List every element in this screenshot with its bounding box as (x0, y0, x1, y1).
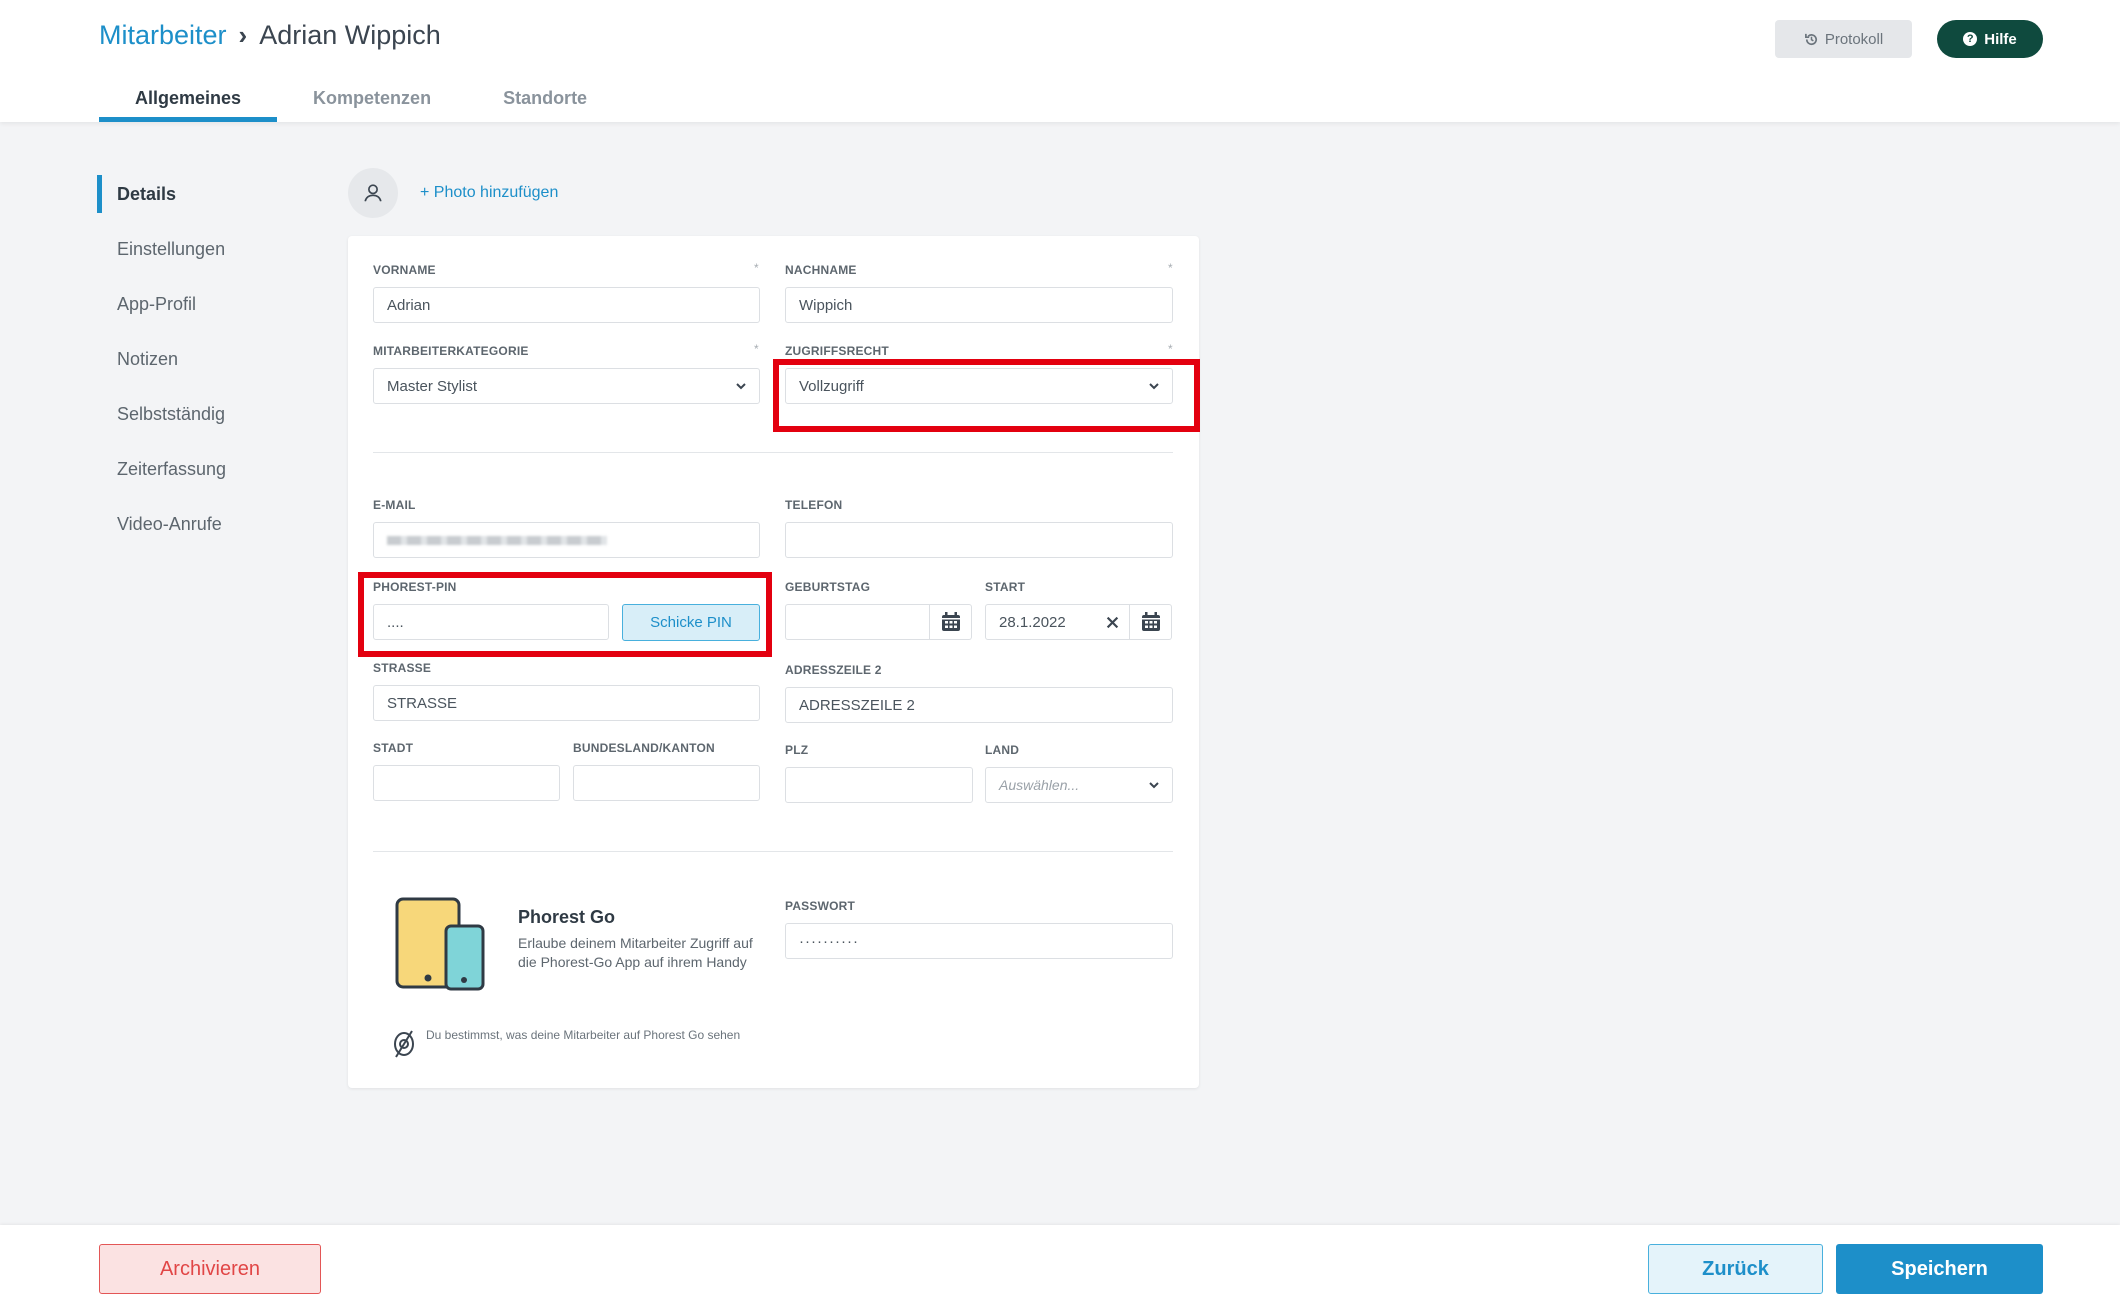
stadt-input[interactable] (373, 765, 560, 801)
phorest-go-description: Erlaube deinem Mitarbeiter Zugriff auf d… (518, 935, 753, 970)
history-icon (1804, 33, 1817, 45)
sidebar-item-einstellungen[interactable]: Einstellungen (97, 230, 226, 285)
email-value-blurred (387, 535, 607, 545)
telefon-input[interactable] (785, 522, 1173, 558)
nachname-label: NACHNAME (785, 263, 857, 277)
bundesland-input[interactable] (573, 765, 760, 801)
hilfe-button[interactable]: ? Hilfe (1937, 20, 2043, 58)
plz-input[interactable] (785, 767, 973, 803)
tab-standorte[interactable]: Standorte (467, 80, 623, 122)
sidebar-item-notizen[interactable]: Notizen (97, 340, 226, 395)
footer-bar: Archivieren Zurück Speichern (0, 1225, 2120, 1313)
highlight-box-pin (358, 572, 772, 657)
calendar-button-start[interactable] (1130, 604, 1172, 640)
telefon-label: TELEFON (785, 498, 843, 512)
adresszeile2-label: ADRESSZEILE 2 (785, 663, 882, 677)
user-icon (364, 184, 382, 202)
land-select[interactable]: Auswählen... (985, 767, 1173, 803)
hilfe-label: Hilfe (1984, 30, 2017, 48)
sidebar-item-details[interactable]: Details (97, 175, 226, 213)
passwort-label: PASSWORT (785, 899, 856, 913)
geburtstag-input[interactable] (785, 604, 930, 640)
breadcrumb-link-mitarbeiter[interactable]: Mitarbeiter (99, 20, 227, 51)
tab-allgemeines[interactable]: Allgemeines (99, 80, 278, 122)
back-button[interactable]: Zurück (1648, 1244, 1823, 1294)
protokoll-label: Protokoll (1824, 30, 1884, 48)
page-header: Mitarbeiter › Adrian Wippich Allgemeines… (0, 0, 2120, 122)
kategorie-select[interactable]: Master Stylist (373, 368, 760, 404)
section-divider (373, 851, 1173, 852)
section-divider (373, 452, 1173, 453)
plz-label: PLZ (785, 743, 809, 757)
sidebar-item-selbststaendig[interactable]: Selbstständig (97, 395, 226, 450)
protokoll-button[interactable]: Protokoll (1775, 20, 1912, 58)
strasse-label: STRASSE (373, 661, 432, 675)
sidebar-nav: Details Einstellungen App-Profil Notizen… (97, 175, 226, 560)
page-title: Adrian Wippich (259, 20, 441, 50)
land-label: LAND (985, 743, 1020, 757)
calendar-icon (1141, 612, 1160, 631)
strasse-input[interactable]: STRASSE (373, 685, 760, 721)
clear-icon[interactable] (1106, 616, 1119, 629)
breadcrumb: Mitarbeiter › Adrian Wippich (99, 20, 441, 51)
vorname-input[interactable]: Adrian (373, 287, 760, 323)
passwort-input[interactable]: ·········· (785, 923, 1173, 959)
email-label: E-MAIL (373, 498, 416, 512)
nachname-input[interactable]: Wippich (785, 287, 1173, 323)
required-mark: * (1168, 261, 1173, 275)
kategorie-value: Master Stylist (387, 377, 478, 395)
tab-kompetenzen[interactable]: Kompetenzen (277, 80, 467, 122)
required-mark: * (1168, 342, 1173, 356)
geburtstag-label: GEBURTSTAG (785, 580, 871, 594)
chevron-right-icon: › (238, 20, 248, 50)
sidebar-item-app-profil[interactable]: App-Profil (97, 285, 226, 340)
vorname-label: VORNAME (373, 263, 436, 277)
question-icon: ? (1963, 32, 1978, 46)
start-input[interactable]: 28.1.2022 (985, 604, 1130, 640)
zugriffsrecht-label: ZUGRIFFSRECHT (785, 344, 889, 358)
phone-tablet-icon (395, 897, 485, 991)
eye-slash-icon (394, 1030, 414, 1058)
sidebar-item-video-anrufe[interactable]: Video-Anrufe (97, 505, 226, 560)
start-label: START (985, 580, 1026, 594)
required-mark: * (754, 261, 759, 275)
photo-row: + Photo hinzufügen (348, 168, 558, 218)
calendar-button-geburtstag[interactable] (930, 604, 972, 640)
adresszeile2-input[interactable]: ADRESSZEILE 2 (785, 687, 1173, 723)
bundesland-label: BUNDESLAND/KANTON (573, 741, 715, 755)
details-form-card: VORNAME * Adrian NACHNAME * Wippich MITA… (348, 236, 1200, 1088)
calendar-icon (941, 612, 960, 631)
phorest-go-title: Phorest Go (518, 907, 616, 927)
chevron-down-icon (736, 383, 746, 390)
save-button[interactable]: Speichern (1836, 1244, 2043, 1294)
phorest-go-note: Du bestimmst, was deine Mitarbeiter auf … (426, 1028, 741, 1042)
chevron-down-icon (1149, 782, 1159, 789)
stadt-label: STADT (373, 741, 414, 755)
email-input[interactable] (373, 522, 760, 558)
kategorie-label: MITARBEITERKATEGORIE (373, 344, 529, 358)
land-placeholder: Auswählen... (999, 777, 1080, 793)
highlight-box-zugriffsrecht (773, 359, 1200, 432)
add-photo-link[interactable]: + Photo hinzufügen (420, 184, 558, 202)
sidebar-item-zeiterfassung[interactable]: Zeiterfassung (97, 450, 226, 505)
avatar[interactable] (348, 168, 398, 218)
required-mark: * (754, 342, 759, 356)
start-value: 28.1.2022 (999, 613, 1066, 631)
archive-button[interactable]: Archivieren (99, 1244, 321, 1294)
tab-bar: Allgemeines Kompetenzen Standorte (99, 80, 623, 122)
